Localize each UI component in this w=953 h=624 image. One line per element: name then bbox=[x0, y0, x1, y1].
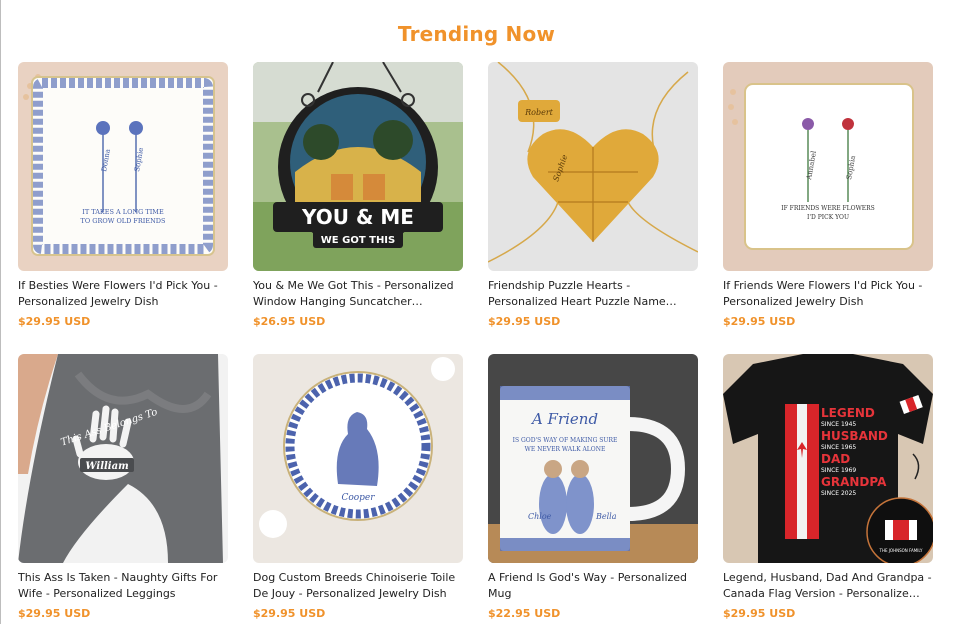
product-price: $29.95 USD bbox=[488, 315, 561, 328]
product-price: $29.95 USD bbox=[253, 607, 326, 620]
product-card[interactable]: Donna Sophie IT TAKES A LONG TIME TO GRO… bbox=[18, 62, 228, 328]
product-card[interactable]: LEGEND SINCE 1945 HUSBAND SINCE 1965 DAD… bbox=[723, 354, 933, 620]
suncatcher-line-2: WE GOT THIS bbox=[321, 235, 395, 246]
product-title[interactable]: If Friends Were Flowers I'd Pick You - P… bbox=[723, 278, 933, 310]
product-image[interactable]: Robert Sophie bbox=[488, 62, 698, 271]
product-card[interactable]: This Ass Belongs To William This Ass Is … bbox=[18, 354, 228, 620]
product-title[interactable]: Friendship Puzzle Hearts - Personalized … bbox=[488, 278, 698, 310]
plate-text-1: IT TAKES A LONG TIME bbox=[82, 208, 164, 216]
product-title[interactable]: If Besties Were Flowers I'd Pick You - P… bbox=[18, 278, 228, 310]
product-image[interactable]: A Friend IS GOD'S WAY OF MAKING SURE WE … bbox=[488, 354, 698, 563]
product-title[interactable]: Dog Custom Breeds Chinoiserie Toile De J… bbox=[253, 570, 463, 602]
mug-title: A Friend bbox=[530, 410, 598, 428]
product-title[interactable]: A Friend Is God's Way - Personalized Mug bbox=[488, 570, 698, 602]
product-price: $29.95 USD bbox=[18, 315, 91, 328]
shirt-word-4: GRANDPA bbox=[821, 475, 887, 489]
shirt-since-4: SINCE 2025 bbox=[821, 490, 856, 497]
product-image[interactable]: This Ass Belongs To William bbox=[18, 354, 228, 563]
product-image[interactable]: Annabel Sophia IF FRIENDS WERE FLOWERS I… bbox=[723, 62, 933, 271]
product-image[interactable]: LEGEND SINCE 1945 HUSBAND SINCE 1965 DAD… bbox=[723, 354, 933, 563]
left-border bbox=[0, 0, 1, 624]
sleeve-family-text: THE JOHNSON FAMILY bbox=[879, 548, 924, 553]
product-price: $29.95 USD bbox=[723, 607, 796, 620]
product-card[interactable]: YOU & ME WE GOT THIS You & Me We Got Thi… bbox=[253, 62, 463, 328]
product-title[interactable]: Legend, Husband, Dad And Grandpa - Canad… bbox=[723, 570, 933, 602]
product-price: $29.95 USD bbox=[18, 607, 91, 620]
product-image[interactable]: Donna Sophie IT TAKES A LONG TIME TO GRO… bbox=[18, 62, 228, 271]
product-card[interactable]: Robert Sophie Friendship Puzzle Hearts -… bbox=[488, 62, 698, 328]
dish-text-1: IF FRIENDS WERE FLOWERS bbox=[781, 205, 875, 212]
mug-name-1: Chloe bbox=[528, 512, 552, 521]
mug-line-2: WE NEVER WALK ALONE bbox=[525, 446, 606, 453]
leggings-name: William bbox=[85, 461, 128, 472]
plate-text-2: TO GROW OLD FRIENDS bbox=[81, 217, 166, 225]
mug-line-1: IS GOD'S WAY OF MAKING SURE bbox=[513, 437, 618, 444]
product-price: $26.95 USD bbox=[253, 315, 326, 328]
section-title: Trending Now bbox=[397, 22, 556, 46]
product-price: $29.95 USD bbox=[723, 315, 796, 328]
product-card[interactable]: A Friend IS GOD'S WAY OF MAKING SURE WE … bbox=[488, 354, 698, 620]
product-title[interactable]: You & Me We Got This - Personalized Wind… bbox=[253, 278, 463, 310]
plate-dog-name: Cooper bbox=[341, 493, 375, 503]
product-image[interactable]: YOU & ME WE GOT THIS bbox=[253, 62, 463, 271]
dish-text-2: I'D PICK YOU bbox=[807, 214, 849, 221]
shirt-since-2: SINCE 1965 bbox=[821, 444, 856, 451]
shirt-word-3: DAD bbox=[821, 452, 850, 466]
shirt-word-2: HUSBAND bbox=[821, 429, 888, 443]
product-image[interactable]: Cooper bbox=[253, 354, 463, 563]
shirt-since-1: SINCE 1945 bbox=[821, 421, 856, 428]
shirt-since-3: SINCE 1969 bbox=[821, 467, 856, 474]
puzzle-name-1: Robert bbox=[524, 108, 554, 117]
suncatcher-line-1: YOU & ME bbox=[301, 205, 414, 229]
mug-name-2: Bella bbox=[595, 512, 617, 521]
shirt-word-1: LEGEND bbox=[821, 406, 875, 420]
product-card[interactable]: Annabel Sophia IF FRIENDS WERE FLOWERS I… bbox=[723, 62, 933, 328]
product-card[interactable]: Cooper Dog Custom Breeds Chinoiserie Toi… bbox=[253, 354, 463, 620]
product-price: $22.95 USD bbox=[488, 607, 561, 620]
product-title[interactable]: This Ass Is Taken - Naughty Gifts For Wi… bbox=[18, 570, 228, 602]
